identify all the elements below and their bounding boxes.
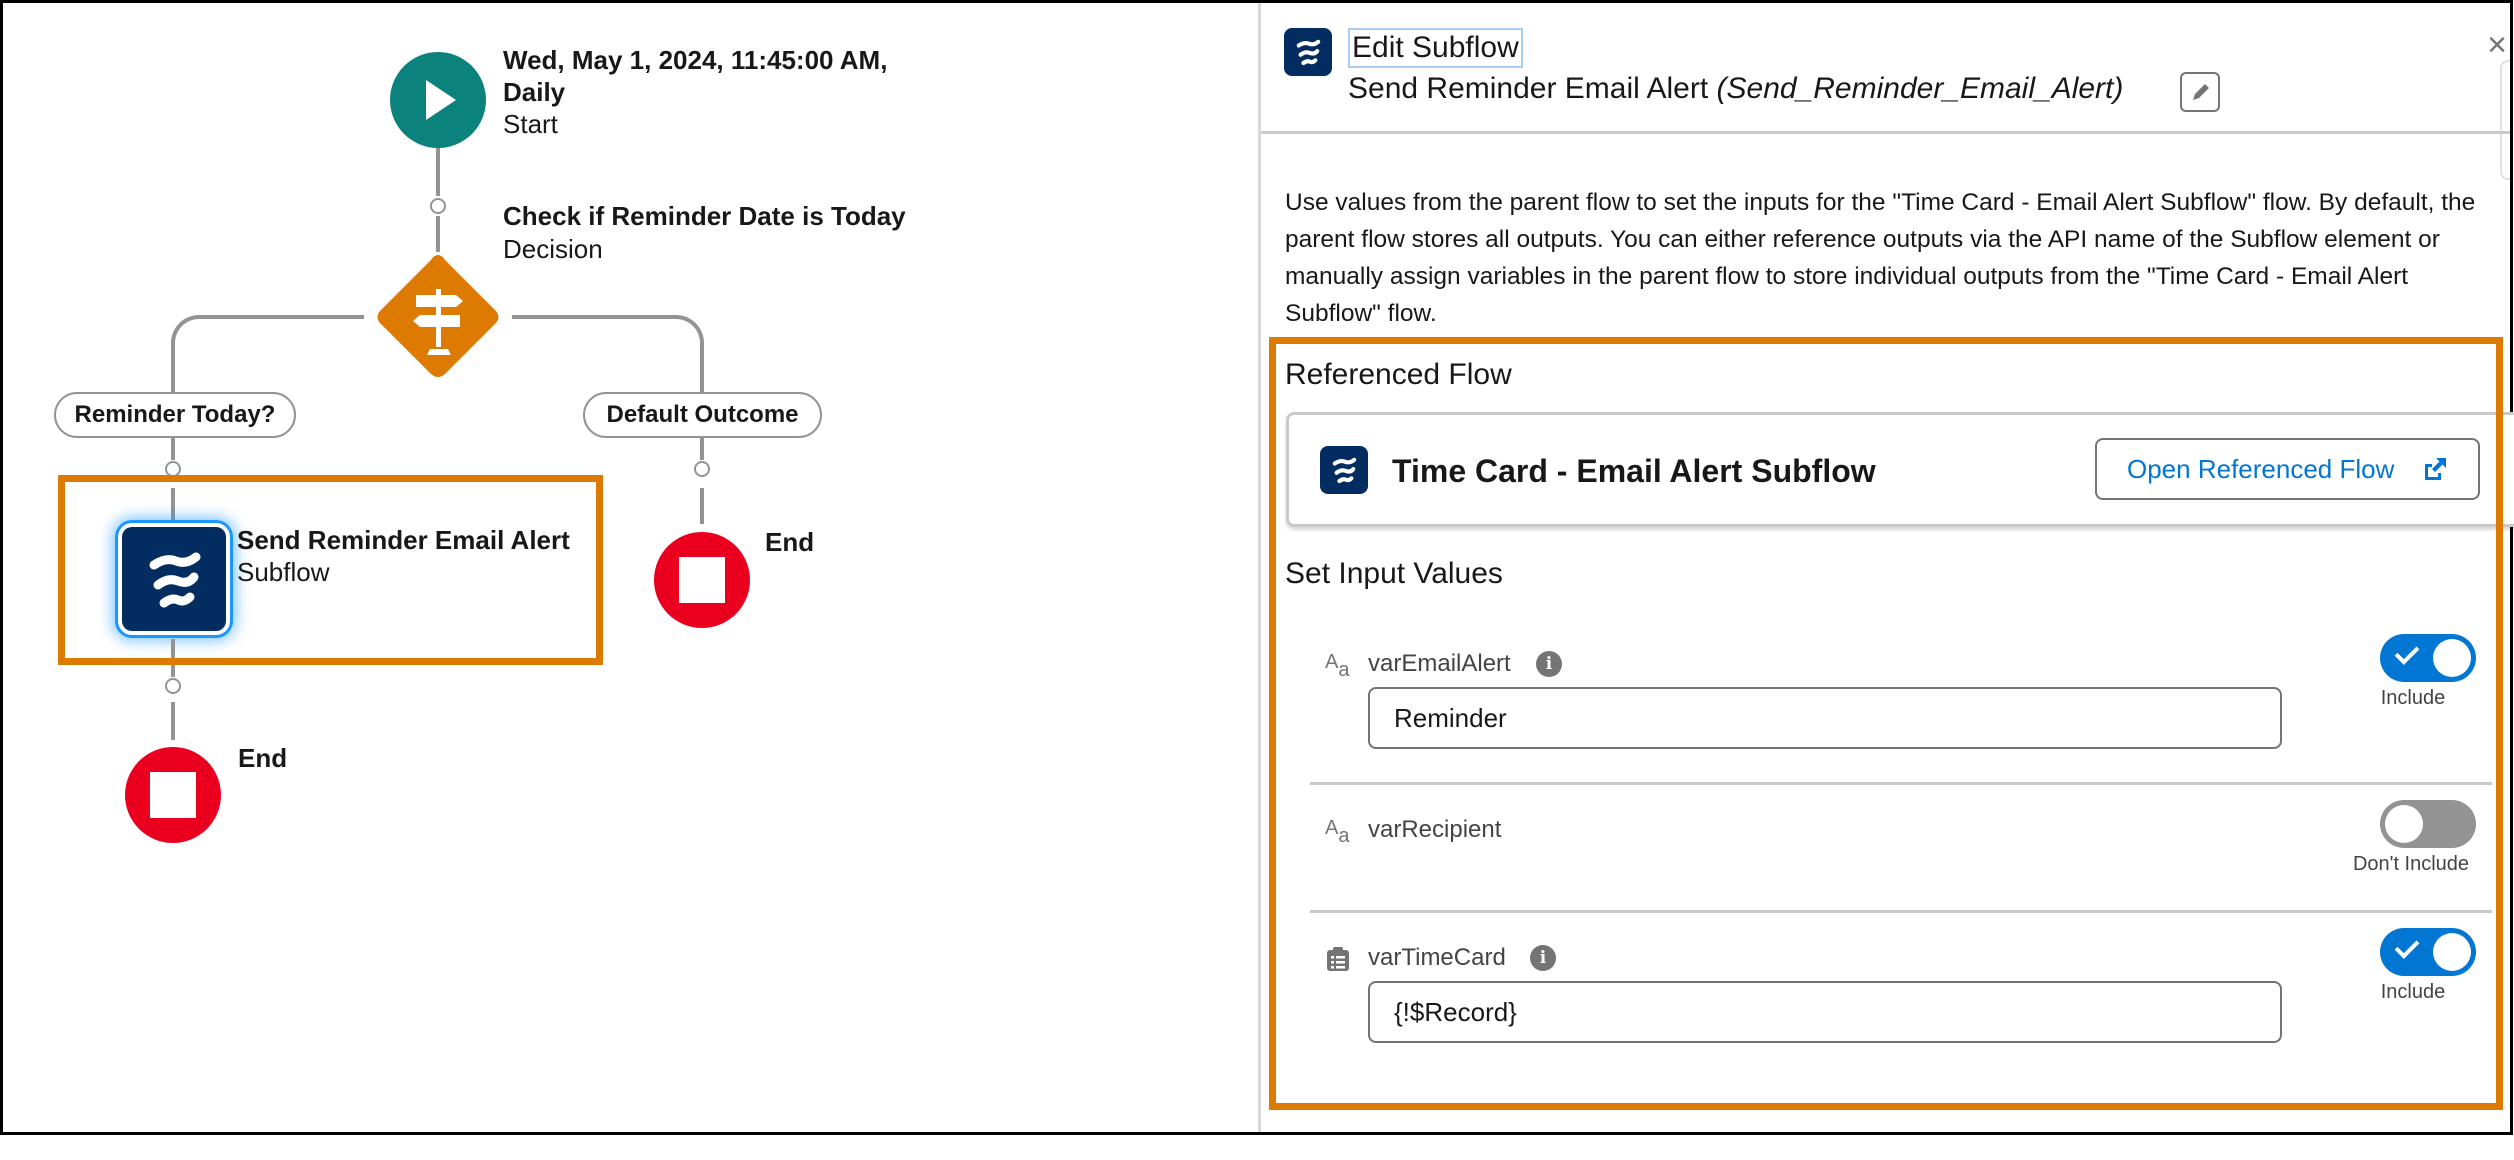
branch-left-connector: [171, 315, 364, 393]
stop-icon: [150, 772, 196, 818]
subflow-icon: [1296, 39, 1321, 66]
element-label: Send Reminder Email Alert (Send_Reminder…: [1348, 70, 2123, 108]
end-node-right[interactable]: [654, 532, 750, 628]
start-node[interactable]: [390, 52, 486, 148]
element-api-name: (Send_Reminder_Email_Alert): [1716, 72, 2124, 105]
decision-node-title: Check if Reminder Date is Today: [503, 201, 906, 231]
edit-label-button[interactable]: [2180, 72, 2220, 112]
connector: [700, 438, 704, 460]
header-divider: [1261, 131, 2510, 134]
outcome-label-default[interactable]: Default Outcome: [583, 392, 822, 438]
decision-node[interactable]: [372, 251, 504, 383]
panel-description: Use values from the parent flow to set t…: [1285, 189, 2476, 327]
panel-scrollbar[interactable]: [2500, 60, 2510, 180]
end-node-bottom[interactable]: [125, 747, 221, 843]
pencil-icon: [2193, 84, 2209, 100]
start-node-title-line2: Daily: [503, 77, 566, 107]
element-label-text: Send Reminder Email Alert: [1348, 72, 1709, 105]
outcome-label-reminder-today[interactable]: Reminder Today?: [54, 392, 296, 438]
subflow-header-icon: [1284, 28, 1332, 76]
play-icon: [426, 80, 456, 120]
panel-title: Edit Subflow: [1348, 28, 1523, 68]
connector: [436, 216, 440, 252]
decision-node-type: Decision: [503, 234, 603, 264]
branch-right-connector: [512, 315, 704, 393]
add-element-dot[interactable]: [430, 198, 446, 214]
end-node-bottom-label: End: [238, 743, 288, 773]
start-node-type: Start: [503, 109, 558, 139]
end-node-right-label: End: [765, 527, 815, 557]
connector: [700, 488, 704, 524]
connector: [436, 148, 440, 196]
add-element-dot[interactable]: [694, 461, 710, 477]
close-button[interactable]: ×: [2484, 28, 2510, 62]
stop-icon: [679, 557, 725, 603]
add-element-dot[interactable]: [165, 678, 181, 694]
connector: [171, 438, 175, 460]
highlight-box-subflow: [58, 475, 603, 665]
highlight-box-panel: [1269, 337, 2503, 1110]
connector: [171, 702, 175, 740]
start-node-title-line1: Wed, May 1, 2024, 11:45:00 AM,: [503, 45, 888, 75]
